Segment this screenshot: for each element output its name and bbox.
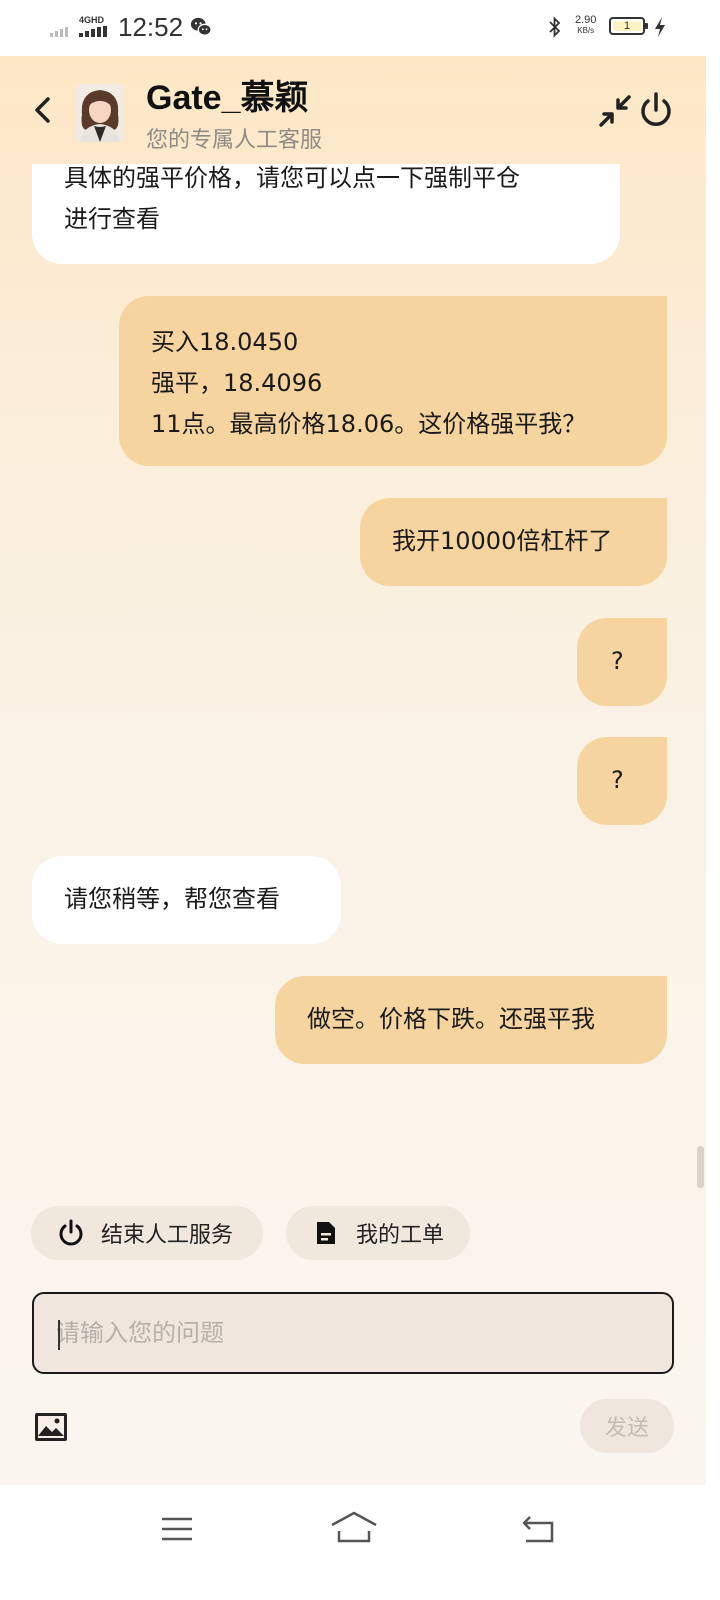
user-message: ? [577,737,667,825]
avatar [76,84,124,142]
user-message: 做空。价格下跌。还强平我 [275,976,667,1064]
home-icon[interactable] [330,1509,378,1545]
speed-value: 2.90 [575,14,597,26]
agent-subtitle: 您的专属人工客服 [146,128,323,153]
message-input[interactable] [56,1294,646,1372]
end-service-button[interactable]: 结束人工服务 [31,1206,263,1260]
message-line: ? [611,766,624,794]
my-tickets-label: 我的工单 [356,1223,445,1248]
document-icon [317,1222,335,1244]
agent-message: 具体的强平价格，请您可以点一下强制平仓 进行查看 [32,164,620,264]
message-line: 做空。价格下跌。还强平我 [307,1005,595,1033]
system-nav-bar [0,1485,720,1600]
battery-level: 1 [623,20,631,32]
signal-icon [79,26,107,37]
message-line: ? [611,647,624,675]
message-line: 11点。最高价格18.06。这价格强平我？ [151,410,587,438]
scrollbar[interactable] [697,1146,704,1188]
network-type: 4GHD [79,15,105,25]
message-line: 我开10000倍杠杆了 [392,527,613,555]
my-tickets-button[interactable]: 我的工单 [286,1206,470,1260]
end-service-label: 结束人工服务 [101,1223,234,1248]
back-arrow-icon[interactable] [30,94,56,126]
send-button[interactable]: 发送 [580,1399,674,1453]
chat-screen: Gate_慕颖 您的专属人工客服 具体的强平价格，请您可以点一下强制平仓 进行查… [0,56,706,1485]
network-indicator: 4GHD [79,16,107,37]
message-line: 请您稍等，帮您查看 [64,885,280,913]
user-message: 买入18.0450 强平，18.4096 11点。最高价格18.06。这价格强平… [119,296,667,466]
message-line: 进行查看 [64,205,160,233]
chat-header: Gate_慕颖 您的专属人工客服 [0,56,706,166]
message-line: 具体的强平价格，请您可以点一下强制平仓 [64,164,520,192]
bluetooth-icon [549,16,561,38]
agent-message: 请您稍等，帮您查看 [32,856,341,944]
message-line: 强平，18.4096 [151,369,323,397]
menu-icon[interactable] [160,1515,194,1543]
message-list[interactable]: 具体的强平价格，请您可以点一下强制平仓 进行查看 买入18.0450 强平，18… [0,164,706,1244]
power-icon[interactable] [638,91,674,129]
message-input-box[interactable] [32,1292,674,1374]
speed-unit: KB/s [577,26,595,35]
user-message: ? [577,618,667,706]
text-caret [58,1320,60,1350]
agent-name: Gate_慕颖 [146,79,309,117]
battery-icon: 1 [609,17,648,35]
status-bar: 4GHD 12:52 2.90 KB/s 1 [0,0,720,56]
signal-weak-icon [50,17,68,37]
network-speed: 2.90 KB/s [575,14,597,36]
user-message: 我开10000倍杠杆了 [360,498,667,586]
image-icon[interactable] [34,1412,68,1442]
minimize-icon[interactable] [598,94,632,128]
power-icon [59,1219,83,1246]
charging-icon [655,17,665,37]
clock: 12:52 [118,12,184,42]
back-icon[interactable] [520,1513,556,1545]
wechat-icon [190,17,212,36]
message-line: 买入18.0450 [151,328,299,356]
